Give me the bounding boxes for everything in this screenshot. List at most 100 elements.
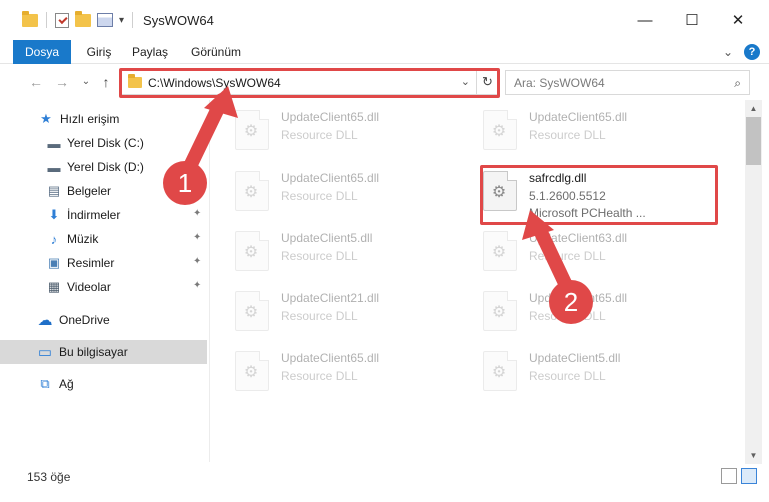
properties-check-icon[interactable] bbox=[55, 12, 69, 28]
back-button[interactable]: ← bbox=[26, 72, 46, 92]
tab-share[interactable]: Paylaş bbox=[126, 40, 174, 64]
status-bar: 153 öğe bbox=[0, 464, 769, 502]
file-item[interactable]: ⚙ UpdateClient65.dll Resource DLL bbox=[483, 106, 723, 160]
sidebar-item-label: Hızlı erişim bbox=[60, 112, 120, 126]
scroll-down-icon[interactable]: ▼ bbox=[745, 447, 762, 464]
help-icon[interactable]: ? bbox=[744, 44, 760, 60]
file-item[interactable]: ⚙ UpdateClient65.dll Resource DLL bbox=[483, 287, 723, 341]
sidebar-item-network[interactable]: ⧉ Ağ bbox=[0, 372, 208, 396]
sidebar-item-downloads[interactable]: ⬇ İndirmeler ✦ bbox=[0, 203, 208, 227]
sidebar-item-pictures[interactable]: ▣ Resimler ✦ bbox=[0, 251, 208, 275]
quick-access-toolbar: ▾ bbox=[0, 0, 135, 40]
file-item[interactable]: ⚙ UpdateClient5.dll Resource DLL bbox=[483, 347, 723, 401]
sidebar-item-onedrive[interactable]: ☁ OneDrive bbox=[0, 308, 208, 332]
pane-divider[interactable] bbox=[209, 100, 210, 462]
address-path[interactable]: C:\Windows\SysWOW64 bbox=[148, 76, 281, 90]
maximize-button[interactable]: ☐ bbox=[669, 0, 715, 40]
item-count: 153 öğe bbox=[27, 470, 71, 484]
dll-file-icon: ⚙ bbox=[235, 291, 269, 331]
file-name: UpdateClient65.dll bbox=[529, 110, 628, 124]
folder-icon bbox=[128, 74, 142, 88]
computer-icon: ▭ bbox=[37, 344, 53, 361]
file-item[interactable]: ⚙ UpdateClient65.dll Resource DLL bbox=[235, 347, 475, 401]
close-button[interactable]: ✕ bbox=[715, 0, 761, 40]
file-description: Resource DLL bbox=[281, 369, 358, 383]
refresh-button[interactable]: ↻ bbox=[476, 71, 498, 94]
sidebar-item-label: Videolar bbox=[67, 280, 111, 294]
scroll-thumb[interactable] bbox=[746, 117, 761, 165]
file-description: Resource DLL bbox=[281, 309, 358, 323]
dll-file-icon: ⚙ bbox=[235, 110, 269, 150]
star-icon: ★ bbox=[40, 111, 52, 126]
file-item[interactable]: ⚙ UpdateClient65.dll Resource DLL bbox=[235, 106, 475, 160]
pin-icon[interactable]: ✦ bbox=[193, 280, 201, 291]
pin-icon[interactable]: ✦ bbox=[193, 232, 201, 243]
navigation-pane: ★ Hızlı erişim ▬ Yerel Disk (C:) ▬ Yerel… bbox=[0, 100, 208, 460]
sidebar-item-local-disk-c[interactable]: ▬ Yerel Disk (C:) bbox=[0, 131, 208, 155]
customize-toolbar-icon[interactable]: ▾ bbox=[119, 15, 124, 26]
vertical-scrollbar[interactable]: ▲ ▼ bbox=[745, 100, 762, 464]
step-2-badge: 2 bbox=[549, 280, 593, 324]
sidebar-item-videos[interactable]: ▦ Videolar ✦ bbox=[0, 275, 208, 299]
sidebar-item-quick-access[interactable]: ★ Hızlı erişim bbox=[0, 107, 208, 131]
file-item[interactable]: ⚙ UpdateClient63.dll Resource DLL bbox=[483, 227, 723, 281]
file-company: Microsoft PCHealth ... bbox=[529, 206, 646, 220]
details-view-icon[interactable] bbox=[721, 468, 737, 484]
sidebar-item-label: Yerel Disk (C:) bbox=[67, 136, 144, 150]
address-bar[interactable]: C:\Windows\SysWOW64 ⌄ ↻ bbox=[121, 70, 499, 95]
drive-icon: ▬ bbox=[47, 135, 61, 151]
file-description: Resource DLL bbox=[529, 128, 606, 142]
drive-icon: ▬ bbox=[47, 159, 61, 175]
video-icon: ▦ bbox=[47, 279, 61, 294]
sidebar-item-label: Resimler bbox=[67, 256, 115, 270]
pin-icon[interactable]: ✦ bbox=[193, 208, 201, 219]
tiles-view-icon[interactable] bbox=[741, 468, 757, 484]
file-item[interactable]: ⚙ UpdateClient65.dll Resource DLL bbox=[235, 167, 475, 221]
window-title: SysWOW64 bbox=[143, 12, 214, 28]
search-input[interactable] bbox=[506, 71, 716, 94]
sidebar-item-this-pc[interactable]: ▭ Bu bilgisayar bbox=[0, 340, 207, 364]
title-bar: ▾ SysWOW64 — ☐ ✕ bbox=[0, 0, 769, 40]
sidebar-item-label: Bu bilgisayar bbox=[59, 345, 128, 359]
search-icon: ⌕ bbox=[734, 76, 741, 90]
pin-icon[interactable]: ✦ bbox=[193, 256, 201, 267]
music-icon: ♪ bbox=[50, 231, 58, 247]
download-icon: ⬇ bbox=[48, 207, 60, 222]
file-item[interactable]: ⚙ UpdateClient21.dll Resource DLL bbox=[235, 287, 475, 341]
pictures-icon: ▣ bbox=[47, 255, 61, 270]
address-dropdown-icon[interactable]: ⌄ bbox=[461, 75, 470, 88]
tab-file[interactable]: Dosya bbox=[13, 40, 71, 64]
file-name: UpdateClient63.dll bbox=[529, 231, 628, 245]
file-name: UpdateClient21.dll bbox=[281, 291, 380, 305]
sidebar-item-label: Ağ bbox=[59, 377, 74, 391]
properties-icon[interactable] bbox=[97, 13, 113, 27]
file-name: UpdateClient65.dll bbox=[281, 110, 380, 124]
file-item[interactable]: ⚙ UpdateClient5.dll Resource DLL bbox=[235, 227, 475, 281]
scroll-up-icon[interactable]: ▲ bbox=[745, 100, 762, 117]
up-button[interactable]: ↑ bbox=[96, 72, 116, 92]
file-description: Resource DLL bbox=[281, 128, 358, 142]
dll-file-icon: ⚙ bbox=[483, 110, 517, 150]
dll-file-icon: ⚙ bbox=[235, 351, 269, 391]
recent-locations-button[interactable]: ⌄ bbox=[76, 72, 96, 92]
minimize-button[interactable]: — bbox=[622, 0, 668, 40]
document-icon: ▤ bbox=[47, 183, 61, 198]
tab-view[interactable]: Görünüm bbox=[184, 40, 248, 64]
new-folder-icon[interactable] bbox=[75, 10, 91, 27]
sidebar-item-label: Müzik bbox=[67, 232, 99, 246]
file-list: ⚙ UpdateClient65.dll Resource DLL ⚙ Upda… bbox=[211, 100, 745, 464]
file-name: UpdateClient65.dll bbox=[281, 171, 380, 185]
sidebar-item-label: Yerel Disk (D:) bbox=[67, 160, 144, 174]
sidebar-item-music[interactable]: ♪ Müzik ✦ bbox=[0, 227, 208, 251]
dll-file-icon: ⚙ bbox=[483, 291, 517, 331]
tab-home[interactable]: Giriş bbox=[76, 40, 122, 64]
dll-file-icon: ⚙ bbox=[235, 171, 269, 211]
dll-file-icon: ⚙ bbox=[235, 231, 269, 271]
toolbar-divider bbox=[46, 12, 47, 28]
forward-button[interactable]: → bbox=[52, 72, 72, 92]
search-box[interactable]: ⌕ bbox=[505, 70, 750, 95]
navigation-bar: ← → ⌄ ↑ C:\Windows\SysWOW64 ⌄ ↻ ⌕ bbox=[0, 66, 769, 99]
file-description: Resource DLL bbox=[529, 369, 606, 383]
expand-ribbon-icon[interactable]: ⌄ bbox=[720, 44, 736, 60]
file-item-safrcdlg[interactable]: ⚙ safrcdlg.dll 5.1.2600.5512 Microsoft P… bbox=[483, 167, 723, 221]
